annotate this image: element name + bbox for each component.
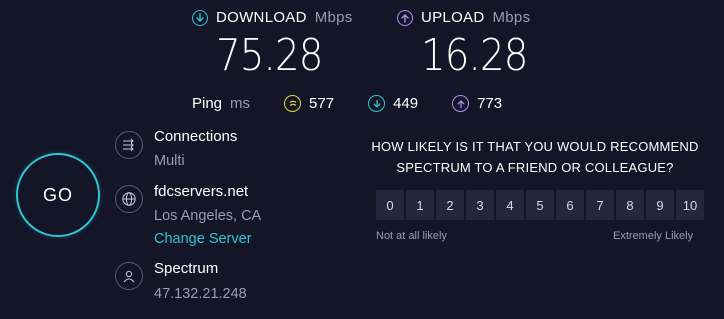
idle-ping-value: 577 [309, 95, 335, 112]
survey-option-5[interactable]: 5 [526, 190, 554, 220]
idle-ping-icon [284, 95, 302, 112]
go-button[interactable]: GO [16, 153, 100, 237]
download-unit: Mbps [314, 9, 353, 26]
survey-low-label: Not at all likely [376, 230, 447, 242]
upload-ping-icon [452, 95, 470, 112]
survey-option-3[interactable]: 3 [466, 190, 494, 220]
download-ping-value: 449 [393, 95, 419, 112]
download-ping-icon [368, 95, 386, 112]
survey-scale: 0 1 2 3 4 5 6 7 8 9 10 [376, 190, 704, 220]
download-arrow-icon [192, 9, 208, 26]
upload-label: UPLOAD [421, 9, 485, 26]
upload-ping-value: 773 [477, 95, 503, 112]
user-icon [115, 262, 143, 290]
survey-option-9[interactable]: 9 [646, 190, 674, 220]
upload-unit: Mbps [492, 9, 531, 26]
upload-value: 16.28 [421, 30, 528, 81]
isp-ip: 47.132.21.248 [154, 286, 247, 302]
go-button-label: GO [42, 184, 73, 205]
download-header: DOWNLOAD Mbps [192, 9, 353, 26]
download-label: DOWNLOAD [216, 9, 307, 26]
survey-high-label: Extremely Likely [613, 230, 694, 242]
survey-option-0[interactable]: 0 [376, 190, 404, 220]
upload-header: UPLOAD Mbps [397, 9, 530, 26]
connections-value: Multi [154, 153, 185, 169]
download-value: 75.28 [216, 30, 323, 81]
survey-option-10[interactable]: 10 [676, 190, 704, 220]
connections-icon [115, 131, 143, 159]
ping-unit: ms [230, 95, 251, 112]
server-location: Los Angeles, CA [154, 208, 262, 224]
change-server-link[interactable]: Change Server [154, 231, 252, 247]
survey-option-2[interactable]: 2 [436, 190, 464, 220]
survey-option-4[interactable]: 4 [496, 190, 524, 220]
survey-option-6[interactable]: 6 [556, 190, 584, 220]
survey-option-7[interactable]: 7 [586, 190, 614, 220]
isp-title: Spectrum [154, 260, 219, 277]
survey-option-1[interactable]: 1 [406, 190, 434, 220]
survey-question-line2: SPECTRUM TO A FRIEND OR COLLEAGUE? [396, 160, 674, 175]
upload-arrow-icon [397, 9, 413, 26]
connections-title: Connections [154, 128, 238, 145]
survey-question: HOW LIKELY IS IT THAT YOU WOULD RECOMMEN… [370, 136, 700, 178]
server-title: fdcservers.net [154, 183, 249, 200]
survey-question-line1: HOW LIKELY IS IT THAT YOU WOULD RECOMMEN… [371, 139, 699, 154]
globe-icon [115, 185, 143, 213]
ping-row: Ping ms 577 449 773 [192, 95, 502, 112]
survey-option-8[interactable]: 8 [616, 190, 644, 220]
ping-label: Ping [192, 95, 223, 112]
